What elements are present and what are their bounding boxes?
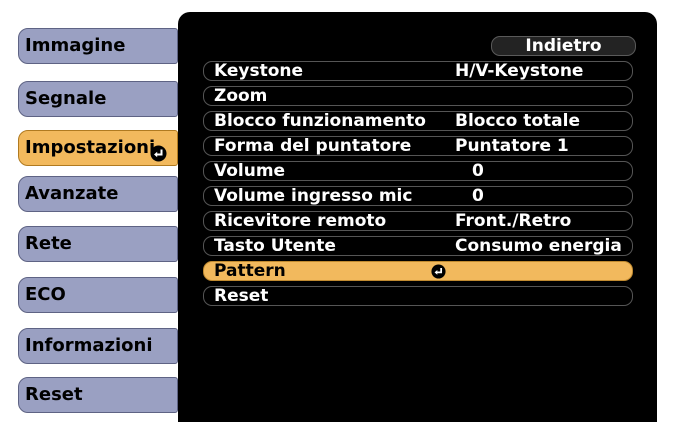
tab-label: Informazioni xyxy=(25,335,153,356)
back-button[interactable]: Indietro xyxy=(491,36,636,56)
row-value: Blocco totale xyxy=(455,111,580,131)
row-label: Tasto Utente xyxy=(214,236,336,256)
tab-immagine[interactable]: Immagine xyxy=(18,28,178,64)
row-label: Reset xyxy=(214,286,269,306)
menu-row-volume[interactable]: Volume 0 xyxy=(203,161,633,181)
row-value: 0 xyxy=(472,161,484,181)
tab-avanzate[interactable]: Avanzate xyxy=(18,176,178,212)
row-label: Keystone xyxy=(214,61,304,81)
tab-informazioni[interactable]: Informazioni xyxy=(18,328,178,364)
row-label: Zoom xyxy=(214,86,268,106)
menu-row-keystone[interactable]: Keystone H/V-Keystone xyxy=(203,61,633,81)
row-value: 0 xyxy=(472,186,484,206)
menu-row-pattern[interactable]: Pattern xyxy=(203,261,633,281)
tab-impostazioni[interactable]: Impostazioni xyxy=(18,130,178,166)
row-label: Volume ingresso mic xyxy=(214,186,413,206)
row-label: Blocco funzionamento xyxy=(214,111,426,131)
tab-eco[interactable]: ECO xyxy=(18,277,178,313)
tab-rete[interactable]: Rete xyxy=(18,226,178,262)
menu-row-zoom[interactable]: Zoom xyxy=(203,86,633,106)
tab-label: Impostazioni xyxy=(25,137,156,158)
menu-row-blocco-funzionamento[interactable]: Blocco funzionamento Blocco totale xyxy=(203,111,633,131)
menu-row-reset[interactable]: Reset xyxy=(203,286,633,306)
menu-row-volume-ingresso-mic[interactable]: Volume ingresso mic 0 xyxy=(203,186,633,206)
row-value: Front./Retro xyxy=(455,211,572,231)
enter-icon xyxy=(150,140,167,174)
row-label: Forma del puntatore xyxy=(214,136,412,156)
enter-icon xyxy=(431,264,446,284)
row-label: Volume xyxy=(214,161,286,181)
tab-label: ECO xyxy=(25,284,66,305)
tab-label: Avanzate xyxy=(25,183,119,204)
row-label: Pattern xyxy=(214,261,286,281)
menu-row-forma-puntatore[interactable]: Forma del puntatore Puntatore 1 xyxy=(203,136,633,156)
tab-reset[interactable]: Reset xyxy=(18,377,178,413)
row-value: Puntatore 1 xyxy=(455,136,569,156)
row-value: H/V-Keystone xyxy=(455,61,584,81)
row-label: Ricevitore remoto xyxy=(214,211,387,231)
row-value: Consumo energia xyxy=(455,236,622,256)
tab-label: Reset xyxy=(25,384,83,405)
menu-row-ricevitore-remoto[interactable]: Ricevitore remoto Front./Retro xyxy=(203,211,633,231)
tab-label: Rete xyxy=(25,233,72,254)
tab-segnale[interactable]: Segnale xyxy=(18,81,178,117)
tab-label: Segnale xyxy=(25,88,107,109)
menu-row-tasto-utente[interactable]: Tasto Utente Consumo energia xyxy=(203,236,633,256)
tab-label: Immagine xyxy=(25,35,126,56)
